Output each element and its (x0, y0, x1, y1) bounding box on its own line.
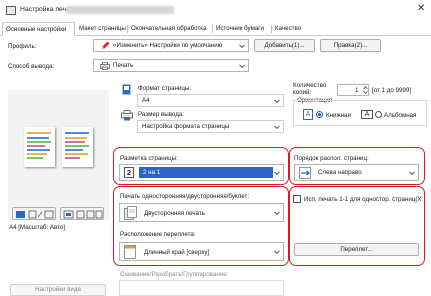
portrait-label: Книжная (326, 112, 351, 119)
chevron-down-icon (274, 96, 280, 103)
tab-finishing[interactable]: Окончательная обработка (128, 22, 210, 36)
binding-button[interactable]: Переплет... (294, 243, 419, 256)
preview-page-left (24, 127, 55, 167)
copies-range: [от 1 до 9999] (372, 87, 411, 94)
output-size-value: Настройка формата страницы (142, 123, 230, 130)
copies-label-line1: Количество (293, 82, 327, 89)
output-method-select[interactable]: Печать (93, 59, 249, 72)
tab-paper-source[interactable]: Источник бумаги (213, 22, 267, 36)
chevron-down-icon (409, 168, 415, 175)
page-layout-select[interactable]: 2 2 на 1 (119, 164, 284, 181)
view-settings-button[interactable]: Настройки вида (10, 284, 106, 296)
one-sided-checkbox-label: Исп. печать 1-1 для одностор. страниц(X (304, 196, 422, 203)
page-size-select[interactable]: A4 (137, 94, 284, 107)
collate-label: Сшивание/Разобрать/Группирование: (120, 271, 229, 278)
binding-edge-icon (124, 245, 136, 259)
output-method-label: Способ вывода: (8, 63, 55, 70)
copies-value: 1 (355, 87, 359, 94)
edit-profile-button[interactable]: Правка(2)... (320, 39, 381, 52)
view-settings-icon (16, 210, 54, 219)
page-size-icon (122, 84, 131, 95)
page-size-value: A4 (142, 97, 150, 104)
chevron-down-icon (274, 122, 280, 129)
title-bar: Настройка печати: ✕ (0, 0, 431, 21)
portrait-orientation-icon: A (303, 109, 313, 120)
close-icon[interactable]: ✕ (417, 3, 425, 14)
copies-label-line2: копий: (293, 89, 312, 96)
collate-select[interactable] (119, 280, 284, 296)
view-settings-toggle[interactable] (12, 207, 56, 220)
pencil-icon (101, 41, 110, 50)
page-preview (8, 90, 109, 220)
profile-select[interactable]: «Изменить» Настройки по умолчанию (93, 39, 249, 52)
profile-label: Профиль: (8, 43, 37, 50)
binding-location-select[interactable]: Длинный край [сверху] (119, 242, 284, 261)
left-to-right-icon (299, 167, 311, 179)
output-size-icon (121, 110, 133, 121)
printer-name-redacted (66, 6, 174, 14)
chevron-down-icon (274, 247, 280, 254)
layout-view-toggle[interactable] (60, 207, 104, 220)
portrait-radio[interactable] (316, 111, 323, 118)
preview-page-right (62, 127, 93, 167)
output-method-value: Печать (113, 62, 134, 69)
page-order-value: Слева направо (318, 169, 362, 176)
page-layout-value: 2 на 1 (143, 169, 161, 176)
tab-strip: Основные настройки Макет страницы Оконча… (0, 22, 431, 36)
layout-view-icon (63, 210, 103, 219)
duplex-icon (124, 206, 137, 220)
page-size-label: Формат страницы: (138, 85, 192, 92)
tab-page-layout[interactable]: Макет страницы (76, 22, 129, 36)
tab-basic-settings[interactable]: Основные настройки (2, 22, 75, 36)
chevron-down-icon (274, 208, 280, 215)
chevron-down-icon (274, 168, 280, 175)
output-size-select[interactable]: Настройка формата страницы (137, 120, 284, 133)
page-layout-label: Разметка страницы: (120, 155, 178, 162)
landscape-label: Альбомная (384, 112, 417, 119)
page-order-select[interactable]: Слева направо (294, 164, 419, 181)
spinner-icon[interactable] (362, 85, 369, 95)
one-sided-checkbox[interactable] (293, 195, 301, 203)
chevron-down-icon (239, 61, 245, 68)
profile-value: «Изменить» Настройки по умолчанию (113, 42, 223, 49)
add-profile-button[interactable]: Добавить(1)... (254, 39, 315, 52)
page-order-label: Порядок распол. страниц: (294, 155, 369, 162)
nup-icon: 2 (124, 167, 134, 178)
output-size-label: Размер вывода: (138, 111, 185, 118)
copies-input[interactable]: 1 (337, 84, 369, 96)
preview-caption: A4 [Масштаб: Авто] (9, 224, 66, 231)
binding-location-label: Расположение переплета: (120, 231, 196, 238)
print-mode-label: Печать односторонняя/двусторонняя/буклет… (120, 193, 250, 200)
landscape-radio[interactable] (375, 111, 382, 118)
print-mode-select[interactable]: Двусторонняя печать (119, 203, 284, 222)
chevron-down-icon (239, 41, 245, 48)
print-mode-value: Двусторонняя печать (144, 210, 205, 217)
landscape-orientation-icon: A (361, 110, 373, 119)
printer-icon (6, 6, 16, 15)
printer-icon (100, 62, 110, 70)
binding-location-value: Длинный край [сверху] (144, 249, 210, 256)
tab-quality[interactable]: Качество (272, 22, 304, 36)
